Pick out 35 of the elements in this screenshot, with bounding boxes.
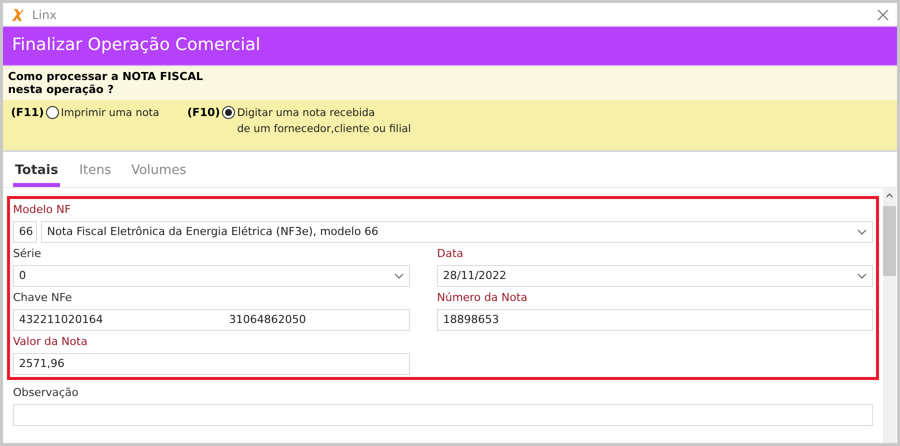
logo-icon [11, 8, 24, 22]
radio-button[interactable] [222, 106, 236, 119]
option-label[interactable]: Imprimir uma nota [60, 105, 160, 121]
chevron-down-icon[interactable] [394, 273, 404, 279]
code-field[interactable]: 66 [13, 221, 37, 243]
scrollbar[interactable] [883, 188, 896, 443]
field-label: Observação [13, 384, 78, 400]
field-label: Modelo NF [13, 202, 71, 218]
radio-button[interactable] [46, 106, 59, 119]
dropdown-field[interactable]: 28/11/2022 [437, 265, 873, 287]
input-field[interactable] [13, 404, 873, 426]
input-field[interactable]: 432211020164 31064862050 [13, 309, 410, 331]
field-label: Valor da Nota [13, 334, 88, 350]
header-title: Finalizar Operação Comercial [12, 34, 260, 58]
close-icon[interactable] [877, 8, 889, 20]
shortcut-key: (F11) [11, 105, 44, 122]
chevron-down-icon[interactable] [857, 273, 867, 279]
option-label[interactable]: Digitar uma nota recebida de um fornecedor,cliente ou filial [237, 105, 411, 137]
tab[interactable]: Volumes [130, 160, 188, 187]
tab[interactable]: Totais [13, 160, 60, 187]
scroll-up-icon[interactable] [885, 191, 894, 200]
field-label: Número da Nota [437, 290, 528, 306]
dropdown-field[interactable]: 0 [13, 265, 410, 287]
chevron-down-icon[interactable] [857, 229, 867, 235]
model-dropdown[interactable]: Nota Fiscal Eletrônica da Energia Elétrica (NF3e), modelo 66 [41, 221, 873, 243]
window-title: Linx [32, 6, 57, 24]
input-field[interactable]: 2571,96 [13, 353, 410, 375]
scroll-thumb[interactable] [883, 206, 896, 276]
shortcut-key: (F10) [187, 105, 220, 122]
tab[interactable]: Itens [78, 160, 112, 187]
question-text: Como processar a NOTA FISCAL nesta operação ? [8, 70, 204, 96]
field-label: Chave NFe [13, 290, 72, 306]
field-label: Data [437, 246, 464, 262]
input-field[interactable]: 18898653 [437, 309, 873, 331]
field-label: Série [13, 246, 42, 262]
